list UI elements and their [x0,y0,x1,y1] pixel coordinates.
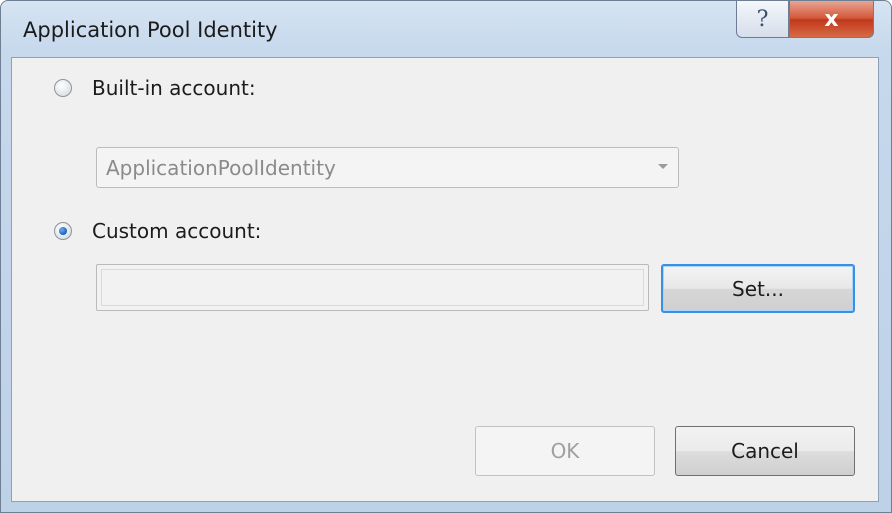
set-button-label: Set... [732,276,784,301]
dialog-title: Application Pool Identity [23,18,278,42]
help-icon: ? [756,6,769,32]
custom-account-option[interactable]: Custom account: [54,219,261,243]
cancel-button-label: Cancel [731,439,799,463]
builtin-account-radio[interactable] [54,79,72,97]
builtin-account-option[interactable]: Built-in account: [54,76,256,100]
custom-account-radio[interactable] [54,222,72,240]
builtin-account-label: Built-in account: [92,76,256,100]
close-icon: x [824,6,839,32]
dialog-body: Built-in account: ApplicationPoolIdentit… [11,57,879,502]
builtin-account-value: ApplicationPoolIdentity [106,155,336,180]
help-button[interactable]: ? [736,1,789,38]
dialog-window: Application Pool Identity ? x Built-in a… [0,0,892,513]
custom-account-label: Custom account: [92,219,262,243]
ok-button[interactable]: OK [475,426,655,476]
set-button[interactable]: Set... [661,264,855,313]
custom-account-field [96,264,649,311]
cancel-button[interactable]: Cancel [675,426,855,476]
chevron-down-icon [658,164,668,169]
builtin-account-select: ApplicationPoolIdentity [96,147,679,188]
ok-button-label: OK [550,439,580,463]
close-button[interactable]: x [789,1,874,38]
